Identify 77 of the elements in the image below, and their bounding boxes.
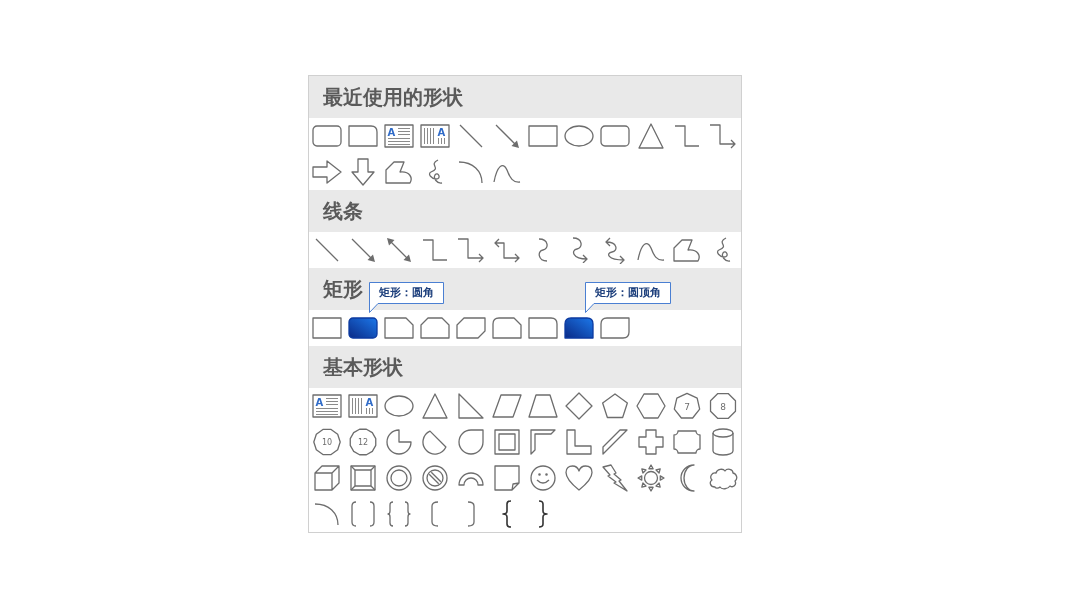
parallelogram-icon[interactable] (492, 394, 522, 418)
diagonal-stripe-icon[interactable] (602, 429, 628, 455)
round-corner-rectangle-icon[interactable] (348, 125, 378, 147)
arc-icon[interactable] (458, 160, 484, 184)
oval-icon[interactable] (384, 395, 414, 417)
bevel-icon[interactable] (350, 465, 376, 491)
elbow-double-arrow-connector-icon[interactable] (493, 237, 521, 263)
tooltip: 矩形：圆角 (369, 282, 444, 313)
elbow-arrow-connector-icon[interactable] (457, 237, 485, 263)
sun-icon[interactable] (637, 464, 665, 492)
octagon-icon[interactable]: 8 (709, 392, 737, 420)
left-brace-icon[interactable] (502, 500, 512, 528)
oval-icon[interactable] (564, 125, 594, 147)
freeform-shape-icon[interactable] (673, 238, 701, 262)
cross-icon[interactable] (638, 429, 664, 455)
half-frame-icon[interactable] (530, 429, 556, 455)
arc-icon[interactable] (314, 502, 340, 526)
heart-icon[interactable] (565, 465, 593, 491)
cube-icon[interactable] (314, 465, 340, 491)
cloud-icon[interactable] (708, 466, 738, 490)
line-icon[interactable] (315, 238, 339, 262)
triangle-icon[interactable] (422, 393, 448, 419)
line-arrow-icon[interactable] (494, 123, 520, 149)
down-arrow-icon[interactable] (351, 158, 375, 186)
vertical-text-box-icon[interactable]: A (420, 124, 450, 148)
decagon-icon[interactable]: 10 (313, 428, 341, 456)
lightning-icon[interactable] (602, 464, 628, 492)
dodecagon-icon[interactable]: 12 (349, 428, 377, 456)
section-header: 最近使用的形状 (309, 76, 741, 118)
no-symbol-icon[interactable] (422, 465, 448, 491)
left-bracket-icon[interactable] (431, 501, 439, 527)
text-box-icon[interactable]: A (384, 124, 414, 148)
right-arrow-icon[interactable] (312, 160, 342, 184)
ring-icon[interactable] (386, 465, 412, 491)
triangle-icon[interactable] (638, 123, 664, 149)
teardrop-icon[interactable] (458, 429, 484, 455)
tooltip: 矩形：圆顶角 (585, 282, 671, 313)
elbow-connector-icon[interactable] (674, 125, 700, 147)
folded-corner-icon[interactable] (494, 465, 520, 491)
freeform-shape-icon[interactable] (385, 160, 413, 184)
diagonal-rounded-rectangle-icon[interactable] (600, 317, 630, 339)
rounded-rectangle-icon[interactable] (348, 317, 378, 339)
right-bracket-icon[interactable] (467, 501, 475, 527)
cylinder-icon[interactable] (712, 428, 734, 456)
curved-double-arrow-connector-icon[interactable] (604, 236, 626, 264)
double-bracket-icon[interactable] (351, 501, 375, 527)
plaque-icon[interactable] (673, 430, 701, 454)
vertical-text-box-icon[interactable]: A (348, 394, 378, 418)
block-arc-icon[interactable] (458, 470, 484, 486)
l-shape-icon[interactable] (566, 429, 592, 455)
line-arrow-icon[interactable] (350, 237, 376, 263)
moon-icon[interactable] (679, 464, 695, 492)
right-brace-icon[interactable] (538, 500, 548, 528)
heptagon-icon[interactable]: 7 (673, 392, 701, 420)
right-triangle-icon[interactable] (458, 393, 484, 419)
scribble-icon[interactable] (714, 237, 732, 263)
elbow-connector-icon[interactable] (422, 239, 448, 261)
round-corner-rectangle-icon[interactable] (528, 317, 558, 339)
double-arrow-line-icon[interactable] (386, 237, 412, 263)
rectangle-icon[interactable] (312, 317, 342, 339)
trapezoid-icon[interactable] (528, 394, 558, 418)
pie-icon[interactable] (386, 429, 412, 455)
hexagon-icon[interactable] (636, 393, 666, 419)
text-box-icon[interactable]: A (312, 394, 342, 418)
chord-icon[interactable] (422, 429, 448, 455)
scribble-icon[interactable] (426, 159, 444, 185)
section-header: 线条 (309, 190, 741, 232)
rectangle-icon[interactable] (528, 125, 558, 147)
elbow-arrow-connector-icon[interactable] (709, 123, 737, 149)
smiley-icon[interactable] (530, 465, 556, 491)
double-brace-icon[interactable] (387, 501, 411, 527)
pentagon-icon[interactable] (601, 393, 629, 419)
line-icon[interactable] (459, 124, 483, 148)
diamond-icon[interactable] (565, 392, 593, 420)
section-header: 基本形状 (309, 346, 741, 388)
frame-icon[interactable] (494, 429, 520, 455)
top-rounded-rectangle-icon[interactable] (564, 317, 594, 339)
